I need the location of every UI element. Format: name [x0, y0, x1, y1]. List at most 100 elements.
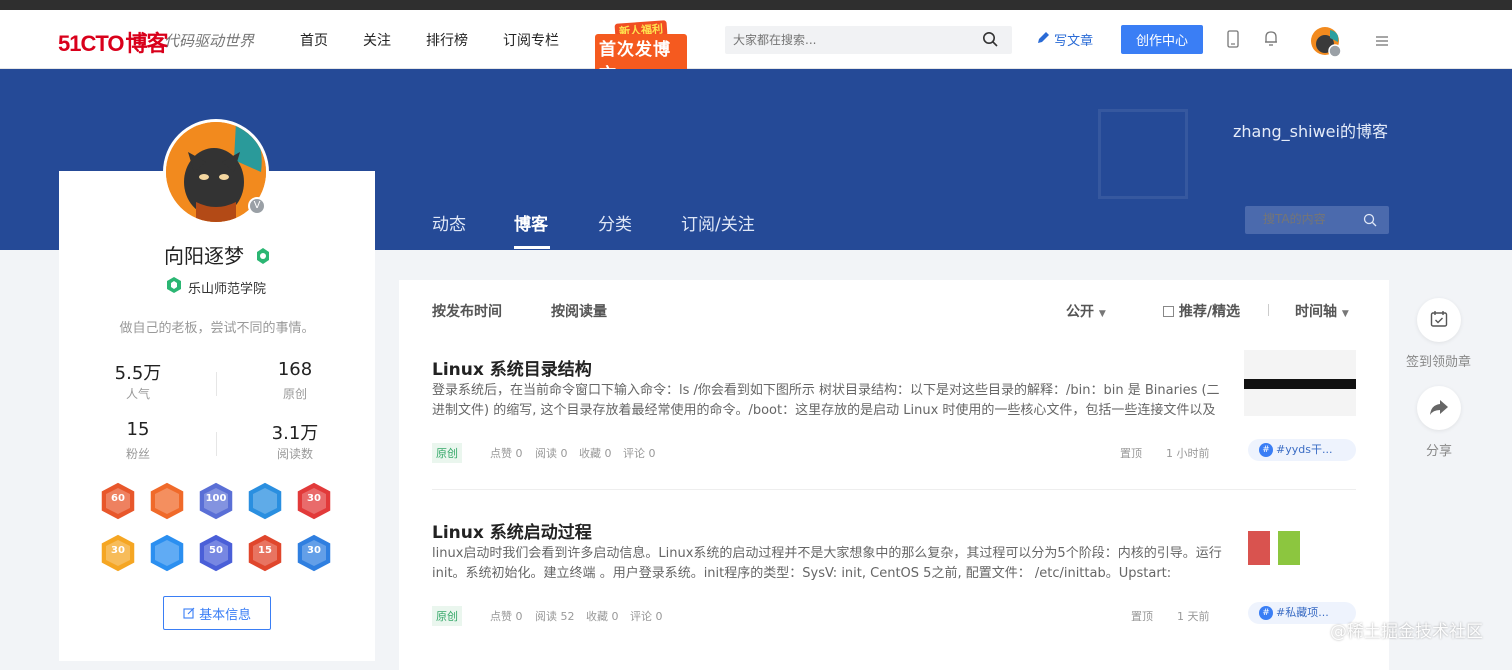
pin-top-link[interactable]: 置顶: [1120, 445, 1142, 461]
nav-home[interactable]: 首页: [300, 30, 328, 50]
user-avatar[interactable]: [1310, 26, 1342, 62]
medal-badge-icon[interactable]: 50: [197, 533, 235, 573]
basic-info-label: 基本信息: [199, 607, 252, 623]
nav-subscribe-column[interactable]: 订阅专栏: [503, 30, 559, 50]
school-icon: [166, 276, 182, 298]
logo-text: 51CTO: [58, 31, 125, 56]
medal-badge-icon[interactable]: [148, 533, 186, 573]
stat-fans-value[interactable]: 15: [88, 419, 188, 440]
checkin-button[interactable]: [1417, 298, 1461, 342]
stat-divider: [216, 432, 217, 456]
medal-number: 30: [307, 545, 321, 556]
article-likes: 点赞 0: [490, 610, 523, 623]
article-summary: linux启动时我们会看到许多启动信息。Linux系统的启动过程并不是大家想象中…: [432, 546, 1222, 581]
medal-badge-icon[interactable]: 30: [295, 533, 333, 573]
visibility-dropdown[interactable]: 公开 ▼: [1066, 301, 1106, 321]
source-watermark: @稀土掘金技术社区: [1330, 622, 1483, 642]
sort-by-reads[interactable]: 按阅读量: [551, 301, 607, 321]
article-favorites: 收藏 0: [586, 610, 619, 623]
calendar-check-icon: [1430, 310, 1448, 332]
pen-icon: [1036, 32, 1050, 49]
active-tab-indicator: [514, 246, 550, 249]
global-search: [725, 26, 1012, 54]
search-icon[interactable]: [982, 31, 998, 51]
medal-badge-icon[interactable]: 30: [99, 533, 137, 573]
article-likes: 点赞 0: [490, 447, 523, 460]
stat-original-value[interactable]: 168: [245, 359, 345, 380]
medal-number: 30: [307, 493, 321, 504]
stat-popularity-label: 人气: [125, 387, 150, 401]
stat-fans-label: 粉丝: [125, 447, 150, 461]
stat-popularity-value: 5.5万: [114, 363, 162, 384]
medal-number: 15: [258, 545, 272, 556]
search-icon[interactable]: [1363, 212, 1377, 231]
logo-blog-text: 博客: [125, 31, 169, 56]
top-navbar: 51CTO博客 代码驱动世界 首页 关注 排行榜 订阅专栏 新人福利 首次发博文…: [0, 10, 1512, 86]
write-article-link[interactable]: 写文章: [1036, 30, 1093, 49]
sort-by-time[interactable]: 按发布时间: [432, 301, 502, 321]
caret-down-icon: ▼: [1341, 309, 1349, 319]
medal-badge-icon[interactable]: 100: [197, 481, 235, 521]
checkin-label: 签到领勋章: [1406, 355, 1472, 370]
mobile-icon[interactable]: [1226, 30, 1240, 52]
recommend-label: 推荐/精选: [1178, 304, 1240, 320]
nav-follow[interactable]: 关注: [363, 30, 391, 50]
tab-category[interactable]: 分类: [598, 210, 632, 235]
article-thumbnail[interactable]: [1244, 515, 1356, 581]
medal-badge-icon[interactable]: [246, 481, 284, 521]
profile-motto: 做自己的老板，尝试不同的事情。: [119, 321, 315, 336]
stat-divider: [216, 372, 217, 396]
bell-icon[interactable]: [1263, 29, 1279, 51]
share-label: 分享: [1426, 444, 1453, 459]
terminal-preview: [1244, 379, 1356, 389]
nav-ranking[interactable]: 排行榜: [426, 30, 468, 50]
global-search-input[interactable]: [733, 30, 973, 50]
stat-original-label: 原创: [282, 387, 307, 401]
medal-badge-icon[interactable]: 60: [99, 481, 137, 521]
tab-activity[interactable]: 动态: [432, 210, 466, 235]
site-logo[interactable]: 51CTO博客: [58, 26, 169, 58]
article-reads: 阅读 0: [535, 447, 568, 460]
article-reads: 阅读 52: [535, 610, 575, 623]
basic-info-button[interactable]: 基本信息: [163, 596, 271, 630]
stat-reads-label: 阅读数: [276, 447, 313, 461]
article-comments: 评论 0: [630, 610, 663, 623]
profile-name: 向阳逐梦: [164, 240, 270, 270]
medal-number: 30: [111, 545, 125, 556]
pin-top-link[interactable]: 置顶: [1131, 608, 1153, 624]
original-badge: 原创: [432, 443, 462, 463]
article-thumbnail[interactable]: [1244, 350, 1356, 416]
article-summary: 登录系统后，在当前命令窗口下输入命令：ls /你会看到如下图所示 树状目录结构：…: [432, 383, 1220, 418]
article-tag[interactable]: # #yyds干...: [1248, 439, 1356, 461]
creation-center-button[interactable]: 创作中心: [1121, 25, 1203, 54]
medal-badge-icon[interactable]: 15: [246, 533, 284, 573]
edit-icon: [183, 607, 199, 623]
share-button[interactable]: [1417, 386, 1461, 430]
top-strip: [0, 0, 1512, 10]
filter-divider: [1268, 304, 1269, 316]
article-comments: 评论 0: [623, 447, 656, 460]
level-badge-icon: [256, 246, 270, 270]
article-tag-label: #yyds干...: [1276, 443, 1333, 456]
user-content-search: [1245, 206, 1389, 234]
article-favorites: 收藏 0: [579, 447, 612, 460]
recommend-checkbox[interactable]: 推荐/精选: [1163, 301, 1240, 321]
article-title[interactable]: Linux 系统目录结构: [432, 355, 592, 380]
article-tag-label: #私藏项...: [1276, 606, 1329, 619]
timeline-dropdown[interactable]: 时间轴 ▼: [1295, 301, 1349, 321]
tab-blog[interactable]: 博客: [514, 210, 548, 235]
medal-badge-icon[interactable]: [148, 481, 186, 521]
article-time: 1 天前: [1177, 610, 1210, 623]
school-name: 乐山师范学院: [188, 282, 267, 297]
timeline-label: 时间轴: [1295, 304, 1337, 320]
write-article-label: 写文章: [1054, 34, 1094, 49]
article-title[interactable]: Linux 系统启动过程: [432, 518, 592, 543]
stat-reads-value: 3.1万: [271, 423, 319, 444]
menu-icon[interactable]: [1375, 32, 1389, 51]
original-badge: 原创: [432, 606, 462, 626]
user-content-search-input[interactable]: [1263, 212, 1363, 226]
tab-subscribe-follow[interactable]: 订阅/关注: [681, 210, 755, 235]
medal-badge-icon[interactable]: 30: [295, 481, 333, 521]
article-separator: [432, 489, 1356, 490]
promo-banner[interactable]: 新人福利 首次发博文: [595, 20, 687, 86]
